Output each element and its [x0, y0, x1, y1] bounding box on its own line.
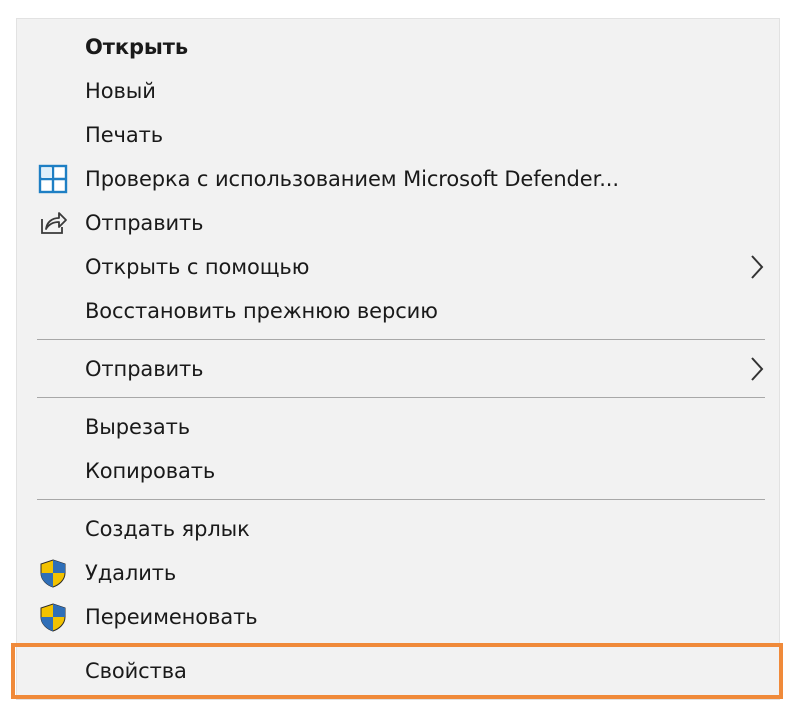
defender-icon: [37, 163, 69, 195]
menu-item-label: Удалить: [85, 561, 177, 585]
chevron-right-icon: [749, 355, 765, 383]
menu-item-restore-previous-version[interactable]: Восстановить прежнюю версию: [17, 289, 779, 333]
menu-separator: [37, 339, 765, 340]
menu-item-label: Отправить: [85, 357, 204, 381]
menu-item-create-shortcut[interactable]: Создать ярлык: [17, 507, 779, 551]
menu-item-print[interactable]: Печать: [17, 113, 779, 157]
menu-item-label: Печать: [85, 123, 163, 147]
menu-item-defender-scan[interactable]: Проверка с использованием Microsoft Defe…: [17, 157, 779, 201]
menu-item-open-with[interactable]: Открыть с помощью: [17, 245, 779, 289]
menu-item-send-to[interactable]: Отправить: [17, 347, 779, 391]
context-menu: Открыть Новый Печать Проверка с использо…: [11, 18, 783, 700]
menu-item-cut[interactable]: Вырезать: [17, 405, 779, 449]
menu-item-label: Создать ярлык: [85, 517, 250, 541]
uac-shield-icon: [37, 557, 69, 589]
uac-shield-icon: [37, 601, 69, 633]
menu-item-label: Вырезать: [85, 415, 191, 439]
menu-item-copy[interactable]: Копировать: [17, 449, 779, 493]
menu-item-share[interactable]: Отправить: [17, 201, 779, 245]
menu-item-new[interactable]: Новый: [17, 69, 779, 113]
menu-item-label: Копировать: [85, 459, 216, 483]
menu-separator: [37, 499, 765, 500]
menu-item-delete[interactable]: Удалить: [17, 551, 779, 595]
menu-item-rename[interactable]: Переименовать: [17, 595, 779, 639]
menu-item-label: Свойства: [85, 659, 187, 683]
share-icon: [37, 207, 69, 239]
menu-item-properties[interactable]: Свойства: [17, 649, 779, 693]
menu-item-label: Открыть с помощью: [85, 255, 310, 279]
menu-item-label: Открыть: [85, 35, 189, 59]
menu-separator: [37, 397, 765, 398]
menu-item-label: Переименовать: [85, 605, 258, 629]
menu-item-label: Проверка с использованием Microsoft Defe…: [85, 167, 619, 191]
menu-item-label: Восстановить прежнюю версию: [85, 299, 438, 323]
menu-item-label: Отправить: [85, 211, 204, 235]
chevron-right-icon: [749, 253, 765, 281]
menu-item-open[interactable]: Открыть: [17, 25, 779, 69]
menu-item-label: Новый: [85, 79, 156, 103]
